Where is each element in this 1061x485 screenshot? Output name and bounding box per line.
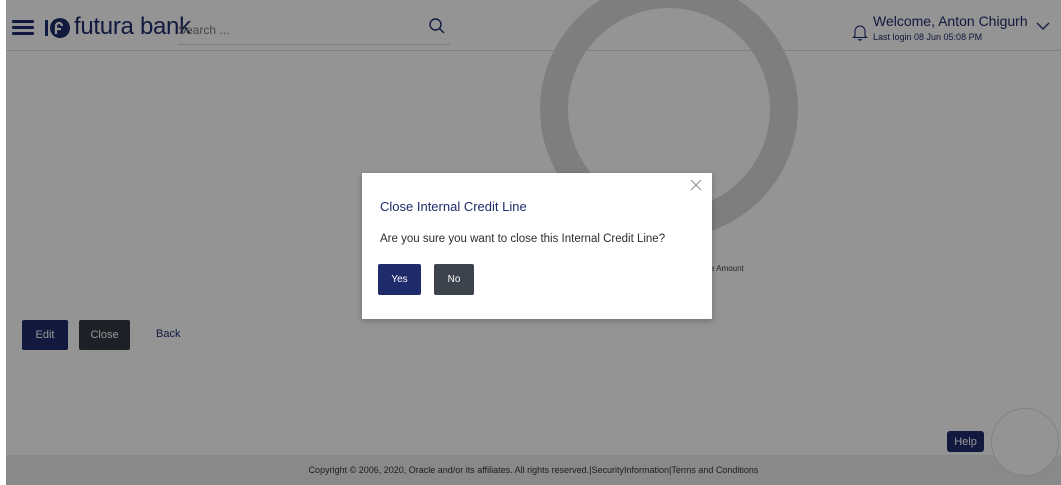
no-button[interactable]: No (434, 264, 474, 295)
close-credit-line-dialog: Close Internal Credit Line Are you sure … (362, 173, 712, 319)
dialog-title: Close Internal Credit Line (380, 199, 527, 214)
dialog-message: Are you sure you want to close this Inte… (380, 233, 666, 245)
close-icon[interactable] (690, 179, 702, 191)
yes-button[interactable]: Yes (378, 264, 421, 295)
